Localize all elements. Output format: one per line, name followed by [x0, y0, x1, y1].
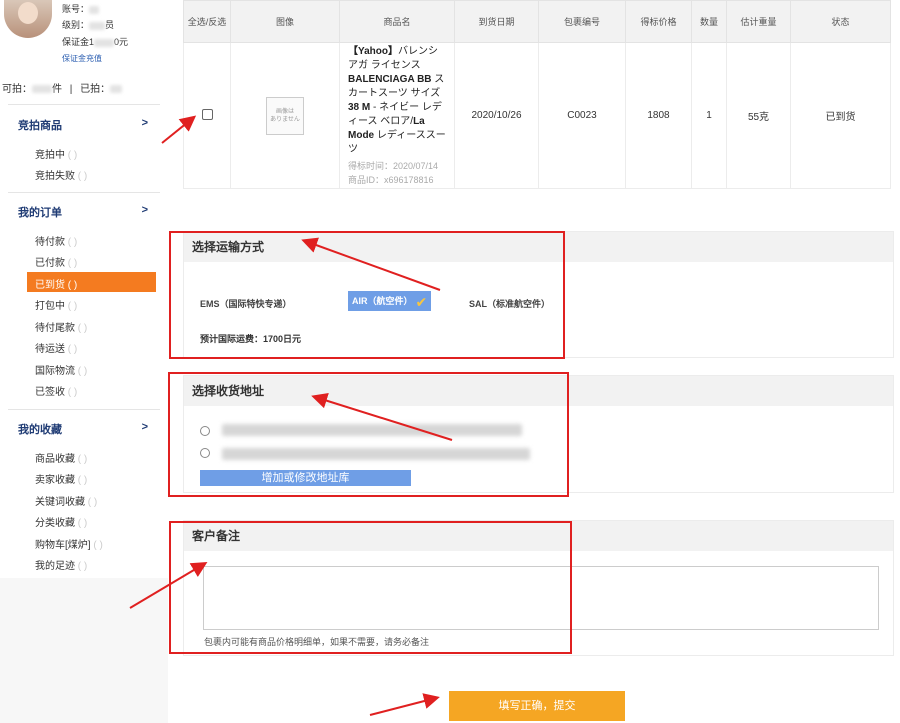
- remark-textarea[interactable]: [203, 566, 879, 630]
- row-weight: 55克: [726, 42, 791, 189]
- arrow-to-submit: [369, 693, 440, 716]
- fee-value: 1700日元: [263, 334, 302, 344]
- sidebar-item-pending-payment[interactable]: 待付款 ( ): [35, 233, 77, 248]
- section-favorites[interactable]: 我的收藏 >: [18, 421, 148, 437]
- sidebar-item-footprints[interactable]: 我的足迹 ( ): [35, 557, 87, 572]
- edit-address-book-button[interactable]: 增加或修改地址库: [200, 470, 411, 486]
- account-line: 账号：: [62, 2, 100, 15]
- sidebar-item-packing[interactable]: 打包中 ( ): [35, 297, 77, 312]
- row-arrival-date: 2020/10/26: [454, 42, 539, 189]
- chevron-right-icon: >: [141, 117, 148, 129]
- col-image: 图像: [230, 0, 340, 43]
- row-status: 已到货: [790, 42, 891, 189]
- shipping-option-ems[interactable]: EMS（国际特快专递）: [200, 297, 292, 310]
- address-title: 选择收货地址: [184, 376, 893, 406]
- row-product-cell: 【Yahoo】バレンシアガ ライセンス BALENCIAGA BB スカートスー…: [339, 42, 455, 189]
- table-row: 画像は ありません 【Yahoo】バレンシアガ ライセンス BALENCIAGA…: [183, 42, 891, 189]
- chevron-right-icon: >: [141, 204, 148, 216]
- sidebar-item-intl-logistics[interactable]: 国际物流 ( ): [35, 362, 87, 377]
- remark-title: 客户备注: [184, 521, 893, 551]
- shipping-option-sal[interactable]: SAL（标准航空件）: [469, 297, 550, 310]
- sidebar-item-arrived[interactable]: 已到货 ( ): [35, 276, 77, 291]
- can-bid-suffix: 件: [52, 84, 62, 95]
- col-package-no: 包裹编号: [538, 0, 626, 43]
- submit-button[interactable]: 填写正确，提交: [449, 691, 625, 721]
- sidebar-item-cart-mercari[interactable]: 购物车[煤炉] ( ): [35, 536, 103, 551]
- deposit-recharge-link[interactable]: 保证金充值: [62, 53, 102, 64]
- level-value-redacted: [89, 21, 106, 30]
- col-price: 得标价格: [625, 0, 692, 43]
- row-qty: 1: [691, 42, 727, 189]
- sidebar-footer-area: [0, 578, 168, 723]
- shipping-option-air[interactable]: AIR（航空件） ✔: [348, 291, 432, 311]
- fee-label: 预计国际运费：: [200, 334, 264, 344]
- address-radio-1[interactable]: [200, 426, 210, 436]
- check-icon: ✔: [415, 293, 428, 310]
- bid-value-redacted: [110, 85, 123, 94]
- sidebar-item-fav-products[interactable]: 商品收藏 ( ): [35, 450, 87, 465]
- divider: [8, 104, 160, 105]
- section-title: 我的订单: [18, 207, 62, 219]
- row-checkbox[interactable]: [201, 108, 213, 120]
- address-2-redacted: [222, 448, 530, 460]
- sidebar-item-fav-keywords[interactable]: 关键词收藏 ( ): [35, 493, 97, 508]
- section-title: 我的收藏: [18, 424, 62, 436]
- bid-label: 已拍：: [80, 84, 111, 95]
- sidebar-item-awaiting-shipment[interactable]: 待运送 ( ): [35, 340, 77, 355]
- row-package-no: C0023: [538, 42, 626, 189]
- deposit-value-redacted: [94, 38, 115, 47]
- col-arrival-date: 到货日期: [454, 0, 539, 43]
- col-qty: 数量: [691, 0, 727, 43]
- col-select-all[interactable]: 全选/反选: [183, 0, 231, 43]
- col-status: 状态: [790, 0, 891, 43]
- sidebar-item-paid[interactable]: 已付款 ( ): [35, 254, 77, 269]
- bid-counts: 可拍： 件 | 已拍：: [2, 80, 123, 95]
- deposit-suffix: 0元: [114, 37, 129, 47]
- level-suffix: 员: [105, 20, 115, 30]
- col-product-name: 商品名: [339, 0, 455, 43]
- can-bid-label: 可拍：: [2, 84, 32, 95]
- sidebar-item-signed[interactable]: 已签收 ( ): [35, 383, 77, 398]
- section-auction[interactable]: 竞拍商品 >: [18, 117, 148, 133]
- level-line: 级别： 员: [62, 18, 114, 31]
- account-label: 账号：: [62, 4, 90, 14]
- shipping-option-air-label: AIR（航空件）: [352, 296, 413, 306]
- divider: [8, 192, 160, 193]
- chevron-right-icon: >: [141, 421, 148, 433]
- item-id: 商品ID：x696178816: [348, 174, 434, 185]
- product-name[interactable]: 【Yahoo】バレンシアガ ライセンス BALENCIAGA BB スカートスー…: [348, 45, 446, 157]
- sidebar-item-bidding[interactable]: 竞拍中 ( ): [35, 146, 77, 161]
- row-price: 1808: [625, 42, 692, 189]
- row-select-cell: [183, 42, 231, 189]
- estimated-shipping-fee: 预计国际运费：1700日元: [200, 332, 301, 345]
- sidebar: 账号： 级别：员 保证金1 0元 保证金充值 可拍：件 | 已拍： 竞拍商品 > …: [0, 0, 168, 723]
- shipping-panel: 选择运输方式 EMS（国际特快专递） AIR（航空件） ✔ SAL（标准航空件） …: [183, 231, 894, 358]
- no-image-placeholder[interactable]: 画像は ありません: [266, 96, 304, 135]
- can-bid-value-redacted: [32, 85, 52, 94]
- sidebar-item-fav-categories[interactable]: 分类收藏 ( ): [35, 514, 87, 529]
- section-orders[interactable]: 我的订单 >: [18, 204, 148, 220]
- section-title: 竞拍商品: [18, 120, 62, 132]
- avatar[interactable]: [4, 0, 52, 38]
- remark-hint: 包裹内可能有商品价格明细单，如果不需要，请务必备注: [204, 637, 430, 647]
- sidebar-item-bid-failed[interactable]: 竞拍失败 ( ): [35, 167, 87, 182]
- divider: [8, 409, 160, 410]
- sidebar-item-fav-sellers[interactable]: 卖家收藏 ( ): [35, 471, 87, 486]
- sidebar-item-balance-due[interactable]: 待付尾款 ( ): [35, 319, 87, 334]
- col-weight: 估计重量: [726, 0, 791, 43]
- deposit-label: 保证金1: [62, 37, 95, 47]
- bid-time: 得标时间：2020/07/14: [348, 160, 439, 171]
- account-value-redacted: [89, 5, 100, 14]
- shipping-title: 选择运输方式: [184, 232, 893, 262]
- row-image-cell: 画像は ありません: [230, 42, 340, 189]
- deposit-line: 保证金1 0元: [62, 35, 128, 48]
- table-header-row: 全选/反选 图像 商品名 到货日期 包裹编号 得标价格 数量 估计重量 状态: [183, 0, 891, 43]
- level-label: 级别：: [62, 20, 90, 30]
- separator: |: [69, 84, 73, 95]
- order-items-table: 全选/反选 图像 商品名 到货日期 包裹编号 得标价格 数量 估计重量 状态 画…: [183, 0, 891, 189]
- address-radio-2[interactable]: [200, 448, 210, 458]
- address-1-redacted: [222, 424, 522, 436]
